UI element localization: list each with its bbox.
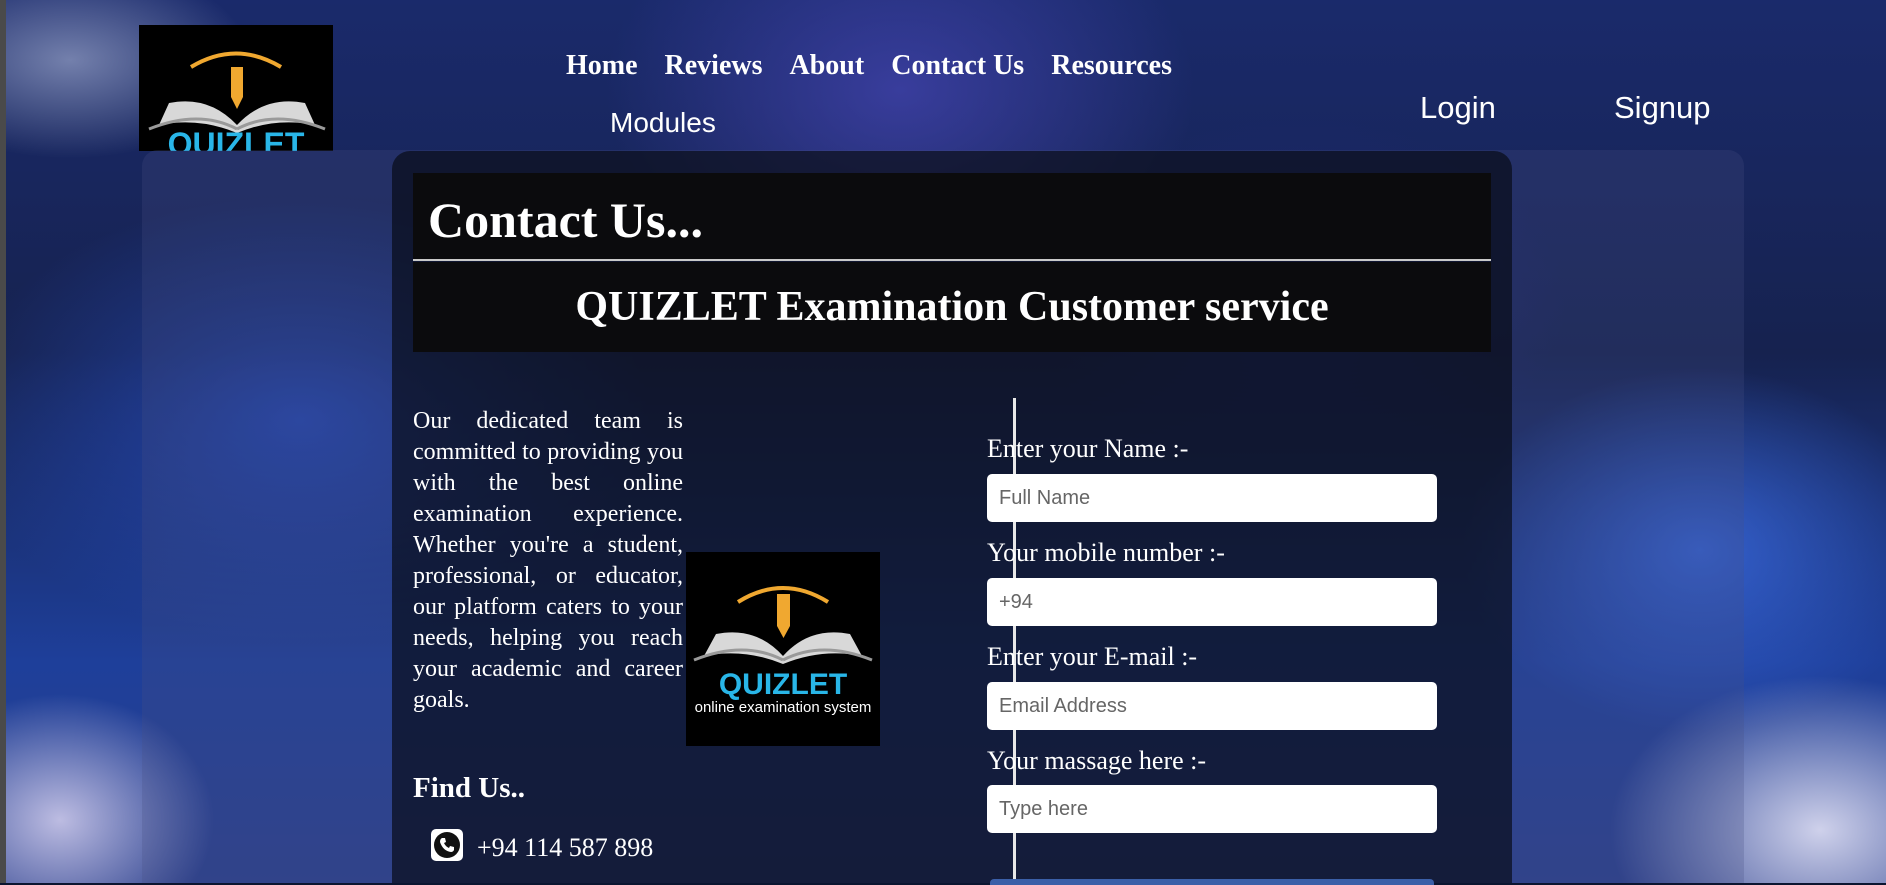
- nav-about[interactable]: About: [790, 50, 865, 82]
- svg-text:online examination system: online examination system: [695, 699, 872, 716]
- description-text: Our dedicated team is committed to provi…: [413, 408, 683, 713]
- nav-modules[interactable]: Modules: [610, 107, 716, 139]
- nav-reviews[interactable]: Reviews: [665, 50, 763, 82]
- content-logo: QUIZLET online examination system: [686, 552, 880, 746]
- login-link[interactable]: Login: [1420, 90, 1496, 126]
- find-us-heading: Find Us..: [413, 772, 526, 804]
- message-label: Your massage here :-: [987, 746, 1207, 775]
- name-label: Enter your Name :-: [987, 434, 1189, 463]
- message-input[interactable]: [987, 785, 1437, 833]
- email-input[interactable]: [987, 682, 1437, 730]
- book-pencil-logo-icon: QUIZLET: [148, 51, 326, 151]
- quizlet-logo-icon: QUIZLET online examination system: [693, 586, 873, 716]
- signup-link[interactable]: Signup: [1614, 90, 1711, 126]
- nav-home[interactable]: Home: [566, 50, 638, 82]
- site-logo[interactable]: QUIZLET: [139, 25, 333, 151]
- full-name-input[interactable]: [987, 474, 1437, 522]
- title-bar: Contact Us...: [413, 173, 1491, 261]
- nav-resources[interactable]: Resources: [1051, 50, 1172, 82]
- svg-text:QUIZLET: QUIZLET: [719, 668, 847, 701]
- mobile-label: Your mobile number :-: [987, 538, 1225, 567]
- subtitle-bar: QUIZLET Examination Customer service: [413, 262, 1491, 352]
- phone-number: +94 114 587 898: [477, 833, 654, 862]
- page-title: Contact Us...: [428, 192, 703, 248]
- submit-button[interactable]: [990, 879, 1434, 885]
- window-edge: [0, 0, 6, 883]
- email-label: Enter your E-mail :-: [987, 642, 1198, 671]
- mobile-number-input[interactable]: [987, 578, 1437, 626]
- svg-text:QUIZLET: QUIZLET: [168, 126, 305, 151]
- nav-contact-us[interactable]: Contact Us: [891, 50, 1024, 82]
- main-nav: Home Reviews About Contact Us Resources: [566, 50, 1172, 82]
- phone-icon: [431, 829, 463, 861]
- page-subtitle: QUIZLET Examination Customer service: [575, 284, 1329, 330]
